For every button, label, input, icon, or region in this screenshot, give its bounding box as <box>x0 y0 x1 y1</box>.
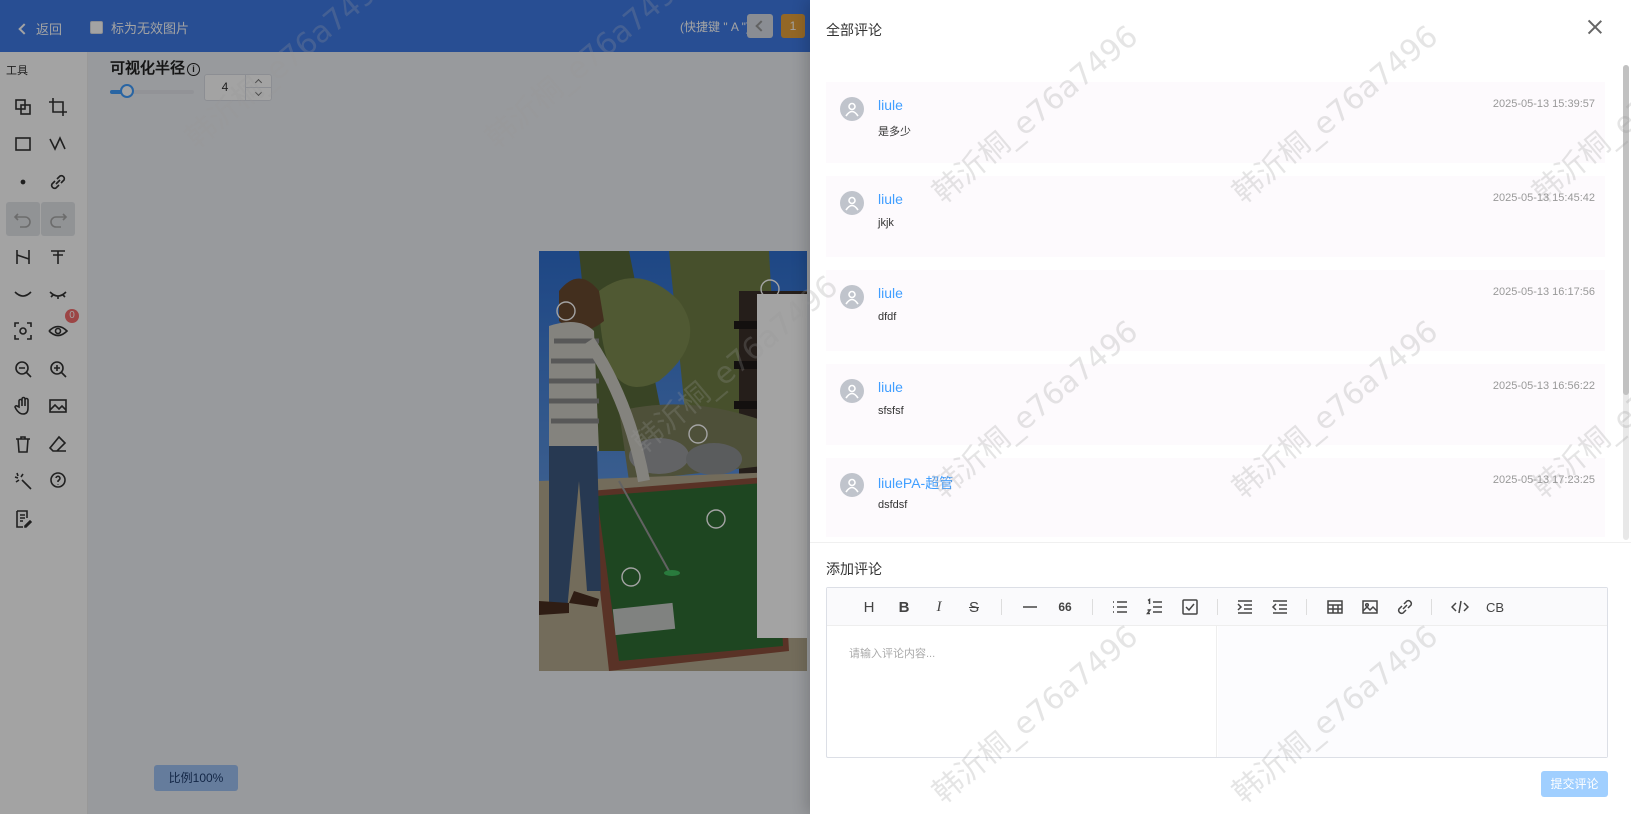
comment-list: liule 2025-05-13 15:39:57 是多少 liule 2025… <box>826 82 1605 537</box>
comment-input[interactable]: 请输入评论内容... <box>827 626 1217 757</box>
avatar <box>840 97 864 121</box>
table-icon <box>1327 600 1343 614</box>
comment-text: 是多少 <box>878 126 911 138</box>
image-button[interactable] <box>1357 595 1383 619</box>
comment-item: liule 2025-05-13 15:45:42 jkjk <box>826 176 1605 257</box>
user-icon <box>845 102 859 117</box>
avatar <box>840 285 864 309</box>
user-icon <box>845 196 859 211</box>
comment-text: sfsfsf <box>878 405 904 417</box>
add-comment-title: 添加评论 <box>826 561 882 577</box>
comment-text: dfdf <box>878 311 897 323</box>
comment-time: 2025-05-13 17:23:25 <box>1492 474 1595 486</box>
checkbox-icon <box>1182 599 1198 615</box>
user-icon <box>845 384 859 399</box>
toolbar-separator <box>1092 599 1093 615</box>
comment-item: liule 2025-05-13 16:56:22 sfsfsf <box>826 364 1605 445</box>
annotation-app: 返回 标为无效图片 (快捷键 " A ") 1 工具 0 可视化半径 i 4 比… <box>0 0 1631 814</box>
avatar <box>840 473 864 497</box>
editor-toolbar: H B I S 66 CB <box>827 588 1607 626</box>
divider <box>810 542 1631 543</box>
heading-button[interactable]: H <box>856 595 882 619</box>
comment-author[interactable]: liule <box>878 97 903 113</box>
comment-scrollbar[interactable] <box>1623 65 1629 540</box>
bullet-list-button[interactable] <box>1107 595 1133 619</box>
toolbar-separator <box>1001 599 1002 615</box>
comment-time: 2025-05-13 15:39:57 <box>1492 98 1595 110</box>
table-button[interactable] <box>1322 595 1348 619</box>
user-icon <box>845 290 859 305</box>
user-icon <box>845 478 859 493</box>
modal-mask[interactable] <box>0 0 810 814</box>
close-icon[interactable] <box>1587 19 1603 35</box>
comment-item: liule 2025-05-13 16:17:56 dfdf <box>826 270 1605 351</box>
comments-drawer: 全部评论 liule 2025-05-13 15:39:57 是多少 liule… <box>810 0 1631 814</box>
code-block-button[interactable]: CB <box>1482 595 1508 619</box>
comment-time: 2025-05-13 16:56:22 <box>1492 380 1595 392</box>
comment-item: liulePA-超管 2025-05-13 17:23:25 dsfdsf <box>826 458 1605 537</box>
link-button[interactable] <box>1392 595 1418 619</box>
indent-button[interactable] <box>1232 595 1258 619</box>
indent-icon <box>1237 600 1252 614</box>
comment-item: liule 2025-05-13 15:39:57 是多少 <box>826 82 1605 163</box>
task-list-button[interactable] <box>1177 595 1203 619</box>
toolbar-separator <box>1431 599 1432 615</box>
code-icon <box>1451 600 1469 614</box>
code-button[interactable] <box>1447 595 1473 619</box>
comment-text: dsfdsf <box>878 499 908 511</box>
horizontal-rule-button[interactable] <box>1017 595 1043 619</box>
comment-author[interactable]: liule <box>878 285 903 301</box>
avatar <box>840 379 864 403</box>
link-icon <box>1397 599 1413 615</box>
comment-time: 2025-05-13 16:17:56 <box>1492 286 1595 298</box>
toolbar-separator <box>1306 599 1307 615</box>
scrollbar-thumb[interactable] <box>1623 65 1629 395</box>
comment-preview <box>1218 626 1607 757</box>
comment-author[interactable]: liulePA-超管 <box>878 473 953 493</box>
horizontal-rule-icon <box>1023 606 1037 608</box>
comment-editor: H B I S 66 CB 请输入评论内容... <box>826 587 1608 758</box>
outdent-icon <box>1271 600 1287 614</box>
italic-button[interactable]: I <box>926 595 952 619</box>
outdent-button[interactable] <box>1267 595 1293 619</box>
strikethrough-button[interactable]: S <box>961 595 987 619</box>
bullet-list-icon <box>1113 601 1127 613</box>
ordered-list-icon <box>1146 598 1162 615</box>
ordered-list-button[interactable] <box>1142 595 1168 619</box>
toolbar-separator <box>1217 599 1218 615</box>
avatar <box>840 191 864 215</box>
comment-author[interactable]: liule <box>878 379 903 395</box>
image-icon <box>1362 600 1378 614</box>
quote-button[interactable]: 66 <box>1052 595 1078 619</box>
drawer-title: 全部评论 <box>826 22 882 38</box>
submit-comment-button[interactable]: 提交评论 <box>1541 771 1608 797</box>
comment-author[interactable]: liule <box>878 191 903 207</box>
bold-button[interactable]: B <box>891 595 917 619</box>
comment-time: 2025-05-13 15:45:42 <box>1492 192 1595 204</box>
comment-text: jkjk <box>878 217 894 229</box>
